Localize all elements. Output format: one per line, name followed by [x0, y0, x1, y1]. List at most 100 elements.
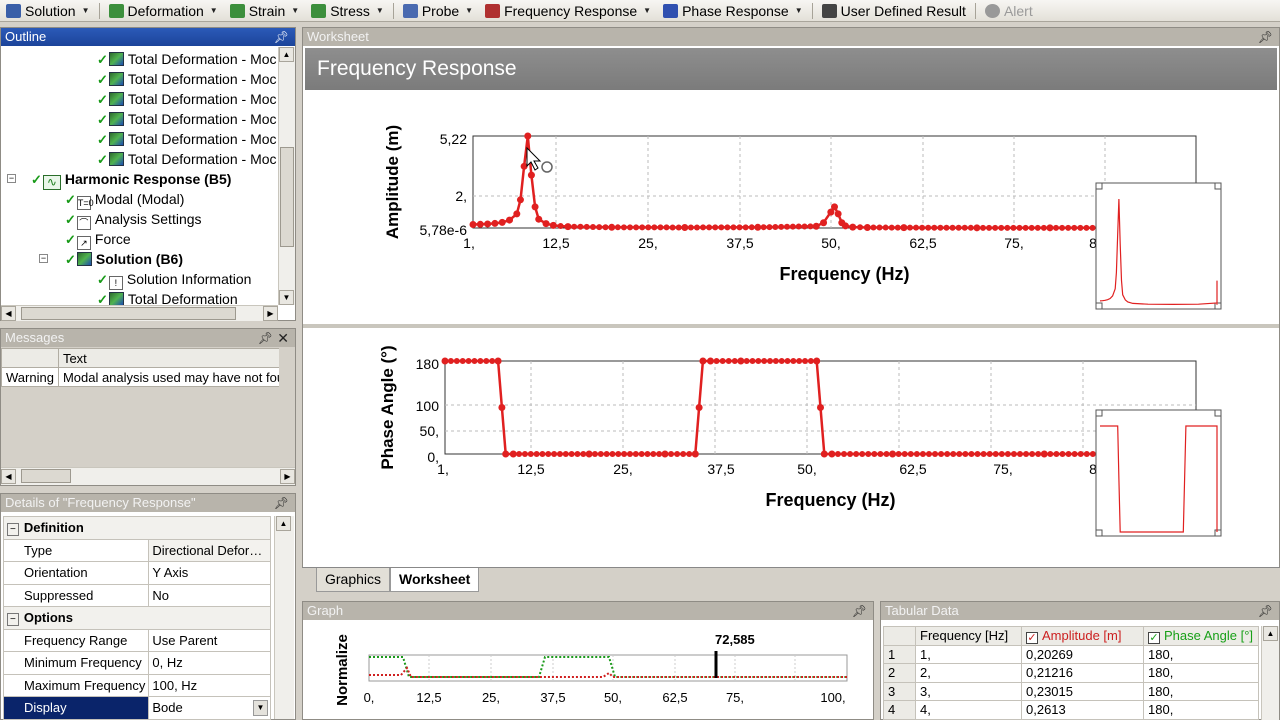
scroll-thumb[interactable] [280, 147, 294, 247]
detail-row[interactable]: Orientation Y Axis [2, 561, 271, 585]
resize-handle[interactable] [1095, 409, 1103, 417]
col-amplitude[interactable]: ✓ Amplitude [m] [1021, 626, 1144, 646]
chevron-down-icon[interactable]: ▼ [376, 6, 384, 15]
outline-hscroll[interactable]: ◀ ▶ [1, 305, 278, 321]
checkbox-icon[interactable]: ✓ [1148, 631, 1160, 644]
table-row[interactable]: Warning Modal analysis used may have not… [1, 367, 290, 387]
deformation-icon [108, 3, 124, 18]
detail-row[interactable]: Frequency Range Use Parent [2, 628, 271, 652]
toolbar-probe-button[interactable]: Probe ▼ [397, 0, 479, 21]
toolbar-strain-button[interactable]: Strain ▼ [224, 0, 306, 21]
scroll-up-icon[interactable]: ▲ [279, 47, 294, 62]
tree-item[interactable]: ✓ Total Deformation - Moc [97, 49, 277, 69]
detail-row[interactable]: Maximum Frequency 100, Hz [2, 673, 271, 697]
resize-handle[interactable] [1214, 529, 1222, 537]
pin-icon[interactable]: 📌︎ [274, 28, 289, 46]
data-point [962, 451, 969, 457]
tree-item[interactable]: ✓ Total Deformation - Moc [97, 89, 277, 109]
data-point [1083, 451, 1090, 457]
detail-label: Type [2, 538, 150, 562]
collapse-icon[interactable]: − [7, 523, 19, 537]
tree-item[interactable]: ✓ ↗ Force [65, 229, 131, 250]
tree-item[interactable]: ✓ Total Deformation [97, 289, 238, 305]
outline-vscroll[interactable]: ▲ ▼ [278, 47, 295, 305]
check-icon: ✓ [97, 72, 108, 87]
tab-worksheet[interactable]: Worksheet [390, 568, 480, 592]
toolbar-stress-button[interactable]: Stress ▼ [305, 0, 390, 21]
tree-item[interactable]: ✓ ∿ Harmonic Response (B5) [31, 169, 231, 190]
collapse-icon[interactable]: − [39, 254, 48, 263]
overview-panel[interactable] [1095, 409, 1222, 537]
outline-title: Outline 📌︎ [1, 28, 295, 46]
toolbar-solution-button[interactable]: Solution ▼ [0, 0, 96, 21]
toolbar-label: Stress [330, 2, 370, 19]
section-definition[interactable]: − Definition [3, 516, 271, 540]
close-icon[interactable]: ✕ [277, 329, 289, 347]
scroll-thumb[interactable] [21, 469, 71, 483]
toolbar-phase-response-button[interactable]: Phase Response ▼ [657, 0, 809, 21]
tree-item[interactable]: ✓ Total Deformation - Moc [97, 149, 277, 169]
toolbar-deformation-button[interactable]: Deformation ▼ [103, 0, 224, 21]
pin-icon[interactable]: 📌︎ [274, 494, 289, 512]
chevron-down-icon[interactable]: ▼ [210, 6, 218, 15]
scroll-left-icon[interactable]: ◀ [1, 469, 16, 484]
tree-item[interactable]: ✓ Solution (B6) [65, 249, 183, 269]
toolbar-user-defined-result-button[interactable]: User Defined Result [816, 0, 972, 21]
scroll-up-icon[interactable]: ▲ [1263, 626, 1278, 641]
messages-hscroll[interactable]: ◀ ▶ [1, 467, 295, 485]
table-row[interactable]: 4 4, 0,2613 180, [883, 700, 1259, 720]
chevron-down-icon[interactable]: ▼ [795, 6, 803, 15]
graph-plot[interactable]: Normalize 72,585 0, 12,5 25, 37,5 50, 62,5 75, 10… [303, 620, 873, 720]
detail-row-selected[interactable]: Display Bode ▼ [2, 696, 271, 720]
tree-item[interactable]: ✓ ⌒ Analysis Settings [65, 209, 202, 230]
graph-tick-label: 75, [726, 690, 744, 705]
scroll-thumb[interactable] [21, 307, 236, 320]
details-vscroll[interactable]: ▲ [274, 516, 294, 719]
pin-icon[interactable]: 📌︎ [258, 329, 273, 347]
collapse-icon[interactable]: − [7, 174, 16, 183]
data-point [877, 451, 884, 457]
tab-graphics[interactable]: Graphics [316, 568, 391, 592]
toolbar-frequency-response-button[interactable]: Frequency Response ▼ [479, 0, 657, 21]
scroll-right-icon[interactable]: ▶ [280, 469, 295, 484]
tabular-vscroll[interactable]: ▲ [1261, 626, 1279, 720]
table-row[interactable]: 2 2, 0,21216 180, [883, 663, 1259, 683]
table-row[interactable]: 1 1, 0,20269 180, [883, 644, 1259, 664]
tree-item-label: Total Deformation - Moc [127, 71, 277, 87]
chevron-down-icon[interactable]: ▼ [82, 6, 90, 15]
toolbar-alert-button[interactable]: Alert [979, 0, 1039, 21]
resize-handle[interactable] [1095, 529, 1103, 537]
scroll-right-icon[interactable]: ▶ [263, 306, 278, 321]
detail-row[interactable]: Type Directional Defor… [2, 538, 271, 562]
data-point [459, 358, 466, 364]
data-point [638, 451, 645, 457]
data-point [585, 450, 593, 458]
detail-row[interactable]: Suppressed No [2, 583, 271, 607]
scroll-down-icon[interactable]: ▼ [279, 290, 294, 305]
section-options[interactable]: − Options [3, 606, 271, 630]
display-select[interactable]: Bode ▼ [148, 696, 271, 720]
pin-icon[interactable]: 📌︎ [852, 602, 867, 620]
pin-icon[interactable]: 📌︎ [1258, 602, 1273, 620]
chevron-down-icon[interactable]: ▼ [465, 6, 473, 15]
tree-item[interactable]: ✓ T=0Modal (Modal) [65, 189, 184, 210]
col-phase-angle[interactable]: ✓ Phase Angle [°] [1143, 626, 1259, 646]
detail-row[interactable]: Minimum Frequency 0, Hz [2, 651, 271, 675]
data-point [1071, 451, 1078, 457]
data-point [784, 358, 791, 364]
tree-item[interactable]: ✓ Total Deformation - Moc [97, 129, 277, 149]
tree-item[interactable]: ✓ Total Deformation - Moc [97, 109, 277, 129]
chevron-down-icon[interactable]: ▼ [291, 6, 299, 15]
detail-label: Suppressed [2, 583, 150, 607]
tree-item[interactable]: ✓ Total Deformation - Moc [97, 69, 277, 89]
chevron-down-icon[interactable]: ▼ [643, 6, 651, 15]
scroll-up-icon[interactable]: ▲ [276, 516, 291, 531]
resize-handle[interactable] [1214, 409, 1222, 417]
scroll-left-icon[interactable]: ◀ [1, 306, 16, 321]
chevron-down-icon[interactable]: ▼ [253, 700, 268, 716]
cell-phase: 180, [1143, 700, 1259, 720]
tree-item[interactable]: ✓! Solution Information [97, 269, 251, 290]
collapse-icon[interactable]: − [7, 613, 19, 627]
checkbox-icon[interactable]: ✓ [1026, 631, 1038, 644]
table-row[interactable]: 3 3, 0,23015 180, [883, 681, 1259, 701]
